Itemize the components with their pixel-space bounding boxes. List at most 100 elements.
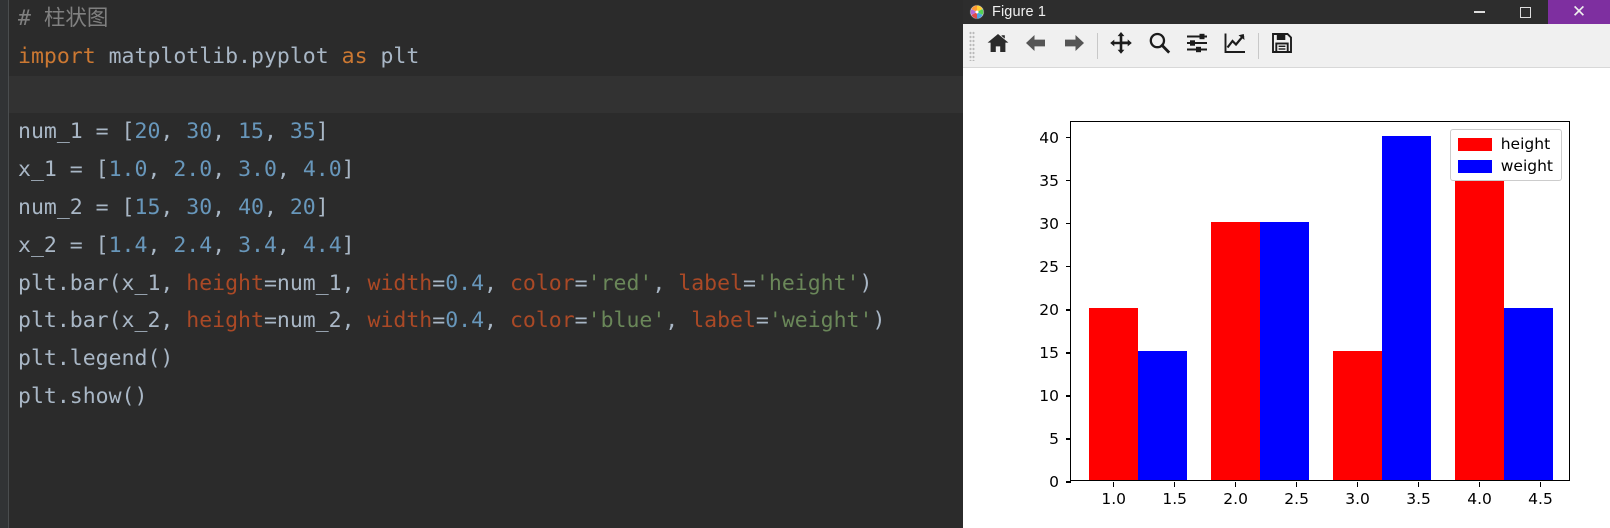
code-line[interactable]: plt.legend() xyxy=(9,340,963,378)
toolbar-drag-handle[interactable] xyxy=(969,30,975,61)
pan-button[interactable] xyxy=(1102,29,1140,63)
code-token: label xyxy=(678,270,743,296)
x-tick-label: 2.0 xyxy=(1223,490,1248,508)
code-token: = xyxy=(432,308,446,334)
y-tick-label: 35 xyxy=(1039,171,1059,190)
legend-item: height xyxy=(1457,135,1553,153)
code-token: 0.4 xyxy=(445,308,485,334)
code-token: = xyxy=(574,270,588,296)
save-button[interactable] xyxy=(1263,29,1301,63)
code-token: ] xyxy=(341,232,355,258)
home-icon xyxy=(986,31,1010,60)
code-line[interactable]: import matplotlib.pyplot as plt xyxy=(9,38,963,76)
code-token: 30 xyxy=(186,119,213,145)
code-line[interactable]: num_2 = [15, 30, 40, 20] xyxy=(9,189,963,227)
y-tick-label: 30 xyxy=(1039,214,1059,233)
toolbar-separator-2 xyxy=(1258,32,1259,59)
back-button[interactable] xyxy=(1017,29,1055,63)
edit-axis-button[interactable] xyxy=(1216,29,1254,63)
code-text-area[interactable]: # 柱状图 import matplotlib.pyplot as plt num_… xyxy=(9,0,963,528)
chart-bar xyxy=(1381,135,1431,480)
code-token: , xyxy=(665,308,692,334)
y-tick-label: 20 xyxy=(1039,300,1059,319)
x-tick-label: 4.0 xyxy=(1467,490,1492,508)
code-token: width xyxy=(367,270,433,296)
code-token: , xyxy=(263,194,290,220)
y-tick-mark xyxy=(1066,179,1071,182)
code-line[interactable] xyxy=(9,75,963,114)
chart-legend: height weight xyxy=(1449,129,1562,181)
y-tick-mark xyxy=(1066,136,1071,139)
chart-bar xyxy=(1211,221,1260,480)
x-tick-mark xyxy=(1417,482,1420,487)
y-tick-label: 5 xyxy=(1049,429,1059,448)
code-token: , xyxy=(263,119,290,145)
code-line[interactable]: num_1 = [20, 30, 15, 35] xyxy=(9,113,963,151)
code-token: , xyxy=(484,270,510,296)
x-tick-label: 3.5 xyxy=(1406,490,1431,508)
code-token: , xyxy=(276,232,303,258)
maximize-button[interactable] xyxy=(1502,0,1548,24)
code-token: 3.0 xyxy=(238,157,277,183)
code-token: 'weight' xyxy=(768,308,873,334)
window-titlebar[interactable]: Figure 1 ✕ xyxy=(963,0,1610,24)
code-token: num_1 = [ xyxy=(18,119,135,145)
code-token: , xyxy=(212,157,239,183)
save-floppy-icon xyxy=(1270,31,1294,60)
code-token: 'red' xyxy=(587,270,653,296)
chart-bar xyxy=(1089,307,1139,480)
plot-axes: 0 5 10 15 20 25 30 35 40 1.0 1.5 2.0 2.5 3.0 3.5 4.0 4.5… xyxy=(1039,121,1570,508)
code-token: 2.0 xyxy=(173,157,213,183)
code-editor-panel[interactable]: # 柱状图 import matplotlib.pyplot as plt num_… xyxy=(0,0,963,528)
code-token: 1.4 xyxy=(108,232,148,258)
code-token: 3.4 xyxy=(238,232,277,258)
code-line[interactable]: plt.show() xyxy=(9,378,963,416)
pan-move-icon xyxy=(1109,31,1133,60)
x-tick-mark xyxy=(1356,482,1359,487)
code-line[interactable]: x_2 = [1.4, 2.4, 3.4, 4.4] xyxy=(9,227,963,265)
configure-subplots-button[interactable] xyxy=(1178,29,1216,63)
code-token: matplotlib.pyplot xyxy=(95,43,342,69)
minimize-button[interactable] xyxy=(1456,0,1502,24)
chart-bar xyxy=(1503,307,1553,480)
close-button[interactable]: ✕ xyxy=(1548,0,1610,24)
code-token: height xyxy=(186,270,264,296)
code-token: = xyxy=(755,308,769,334)
forward-button[interactable] xyxy=(1055,29,1093,63)
x-tick-mark xyxy=(1112,482,1115,487)
y-tick-label: 25 xyxy=(1039,257,1059,276)
x-tick-mark xyxy=(1478,482,1481,487)
code-token: color xyxy=(509,270,575,296)
code-token: 0.4 xyxy=(445,270,485,296)
y-tick-mark xyxy=(1066,308,1071,311)
code-line[interactable]: x_1 = [1.0, 2.0, 3.0, 4.0] xyxy=(9,151,963,189)
code-token: ) xyxy=(859,270,873,296)
code-token: plt.show() xyxy=(18,383,148,409)
code-token: width xyxy=(367,308,433,334)
code-token: =num_2, xyxy=(263,308,368,334)
code-token: , xyxy=(212,119,239,145)
y-tick-mark xyxy=(1066,395,1071,397)
code-token: 30 xyxy=(186,194,213,220)
home-button[interactable] xyxy=(979,29,1017,63)
code-token: 20 xyxy=(134,119,161,145)
code-token: 4.4 xyxy=(302,232,342,258)
chart-bar xyxy=(1138,350,1187,480)
chart-bar xyxy=(1333,350,1382,480)
x-tick-mark xyxy=(1295,482,1298,487)
legend-label: height xyxy=(1500,135,1551,153)
code-token: = xyxy=(432,270,446,296)
code-token: 15 xyxy=(238,119,264,145)
code-token: x_1 = [ xyxy=(18,157,109,183)
window-controls: ✕ xyxy=(1456,0,1610,24)
zoom-button[interactable] xyxy=(1140,29,1178,63)
code-line[interactable]: plt.bar(x_2, height=num_2, width=0.4, co… xyxy=(9,302,963,340)
y-tick-mark xyxy=(1066,438,1071,440)
figure-canvas[interactable]: 0 5 10 15 20 25 30 35 40 1.0 1.5 2.0 2.5 3.0 3.5 4.0 4.5… xyxy=(963,68,1610,528)
y-tick-label: 0 xyxy=(1049,473,1059,491)
code-line[interactable]: # 柱状图 xyxy=(9,0,963,38)
code-line[interactable]: plt.bar(x_1, height=num_1, width=0.4, co… xyxy=(9,265,963,303)
code-token: , xyxy=(212,194,239,220)
y-tick-mark xyxy=(1066,352,1071,354)
code-token: plt.legend() xyxy=(18,346,174,372)
